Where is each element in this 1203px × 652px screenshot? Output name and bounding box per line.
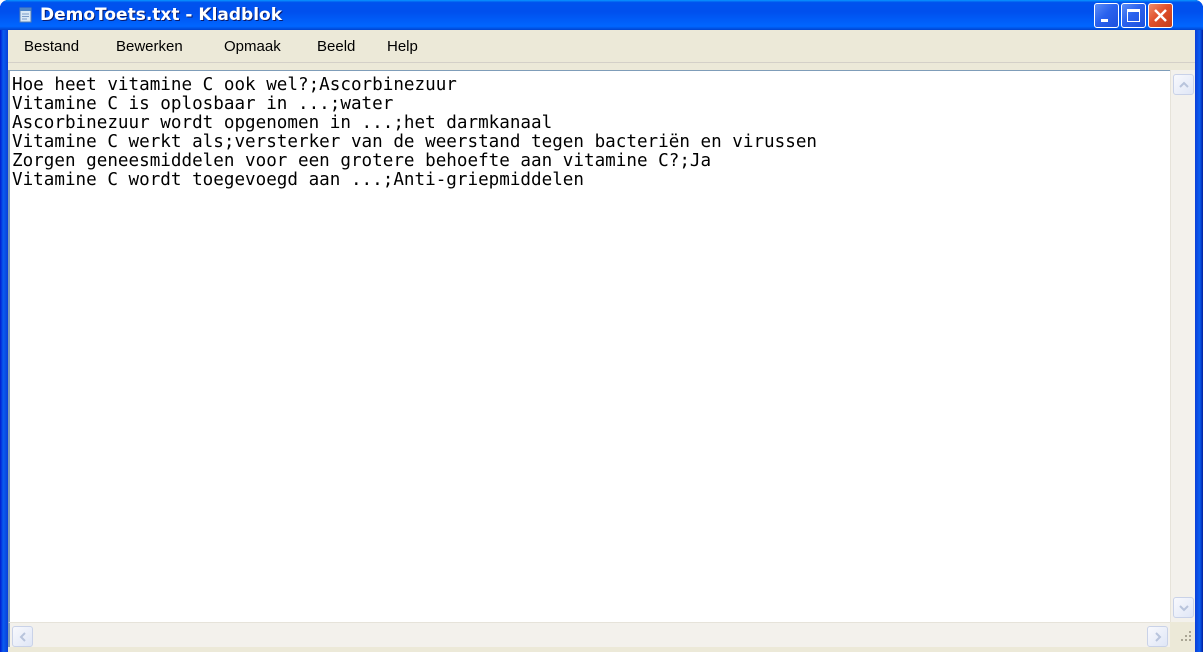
chevron-right-icon [1155,632,1162,642]
chevron-left-icon [19,632,26,642]
text-editor[interactable]: Hoe heet vitamine C ook wel?;Ascorbinezu… [8,70,1170,622]
editor-region: Hoe heet vitamine C ook wel?;Ascorbinezu… [8,0,1195,652]
grip-dot [1189,635,1191,637]
text-line: Vitamine C werkt als;versterker van de w… [12,132,818,152]
grip-dot [1185,639,1187,641]
grip-dot [1185,635,1187,637]
text-line: Ascorbinezuur wordt opgenomen in ...;het… [12,113,553,133]
notepad-window: DemoToets.txt - Kladblok Bestand Bewerke… [0,0,1203,652]
chevron-down-icon [1179,605,1189,612]
window-frame-left [0,0,8,652]
vertical-scrollbar[interactable] [1170,70,1195,622]
scroll-up-button[interactable] [1173,74,1194,95]
text-line: Hoe heet vitamine C ook wel?;Ascorbinezu… [12,75,457,95]
window-frame-right [1195,0,1203,652]
resize-grip[interactable] [1170,622,1195,647]
text-content: Hoe heet vitamine C ook wel?;Ascorbinezu… [12,76,817,190]
grip-dot [1181,639,1183,641]
chevron-up-icon [1179,81,1189,88]
scroll-right-button[interactable] [1147,626,1168,647]
grip-dot [1189,639,1191,641]
scroll-left-button[interactable] [12,626,33,647]
grip-dot [1189,631,1191,633]
text-line: Zorgen geneesmiddelen voor een grotere b… [12,151,712,171]
text-line: Vitamine C wordt toegevoegd aan ...;Anti… [12,170,584,190]
scroll-down-button[interactable] [1173,597,1194,618]
horizontal-scrollbar[interactable] [8,622,1170,647]
text-line: Vitamine C is oplosbaar in ...;water [12,94,394,114]
